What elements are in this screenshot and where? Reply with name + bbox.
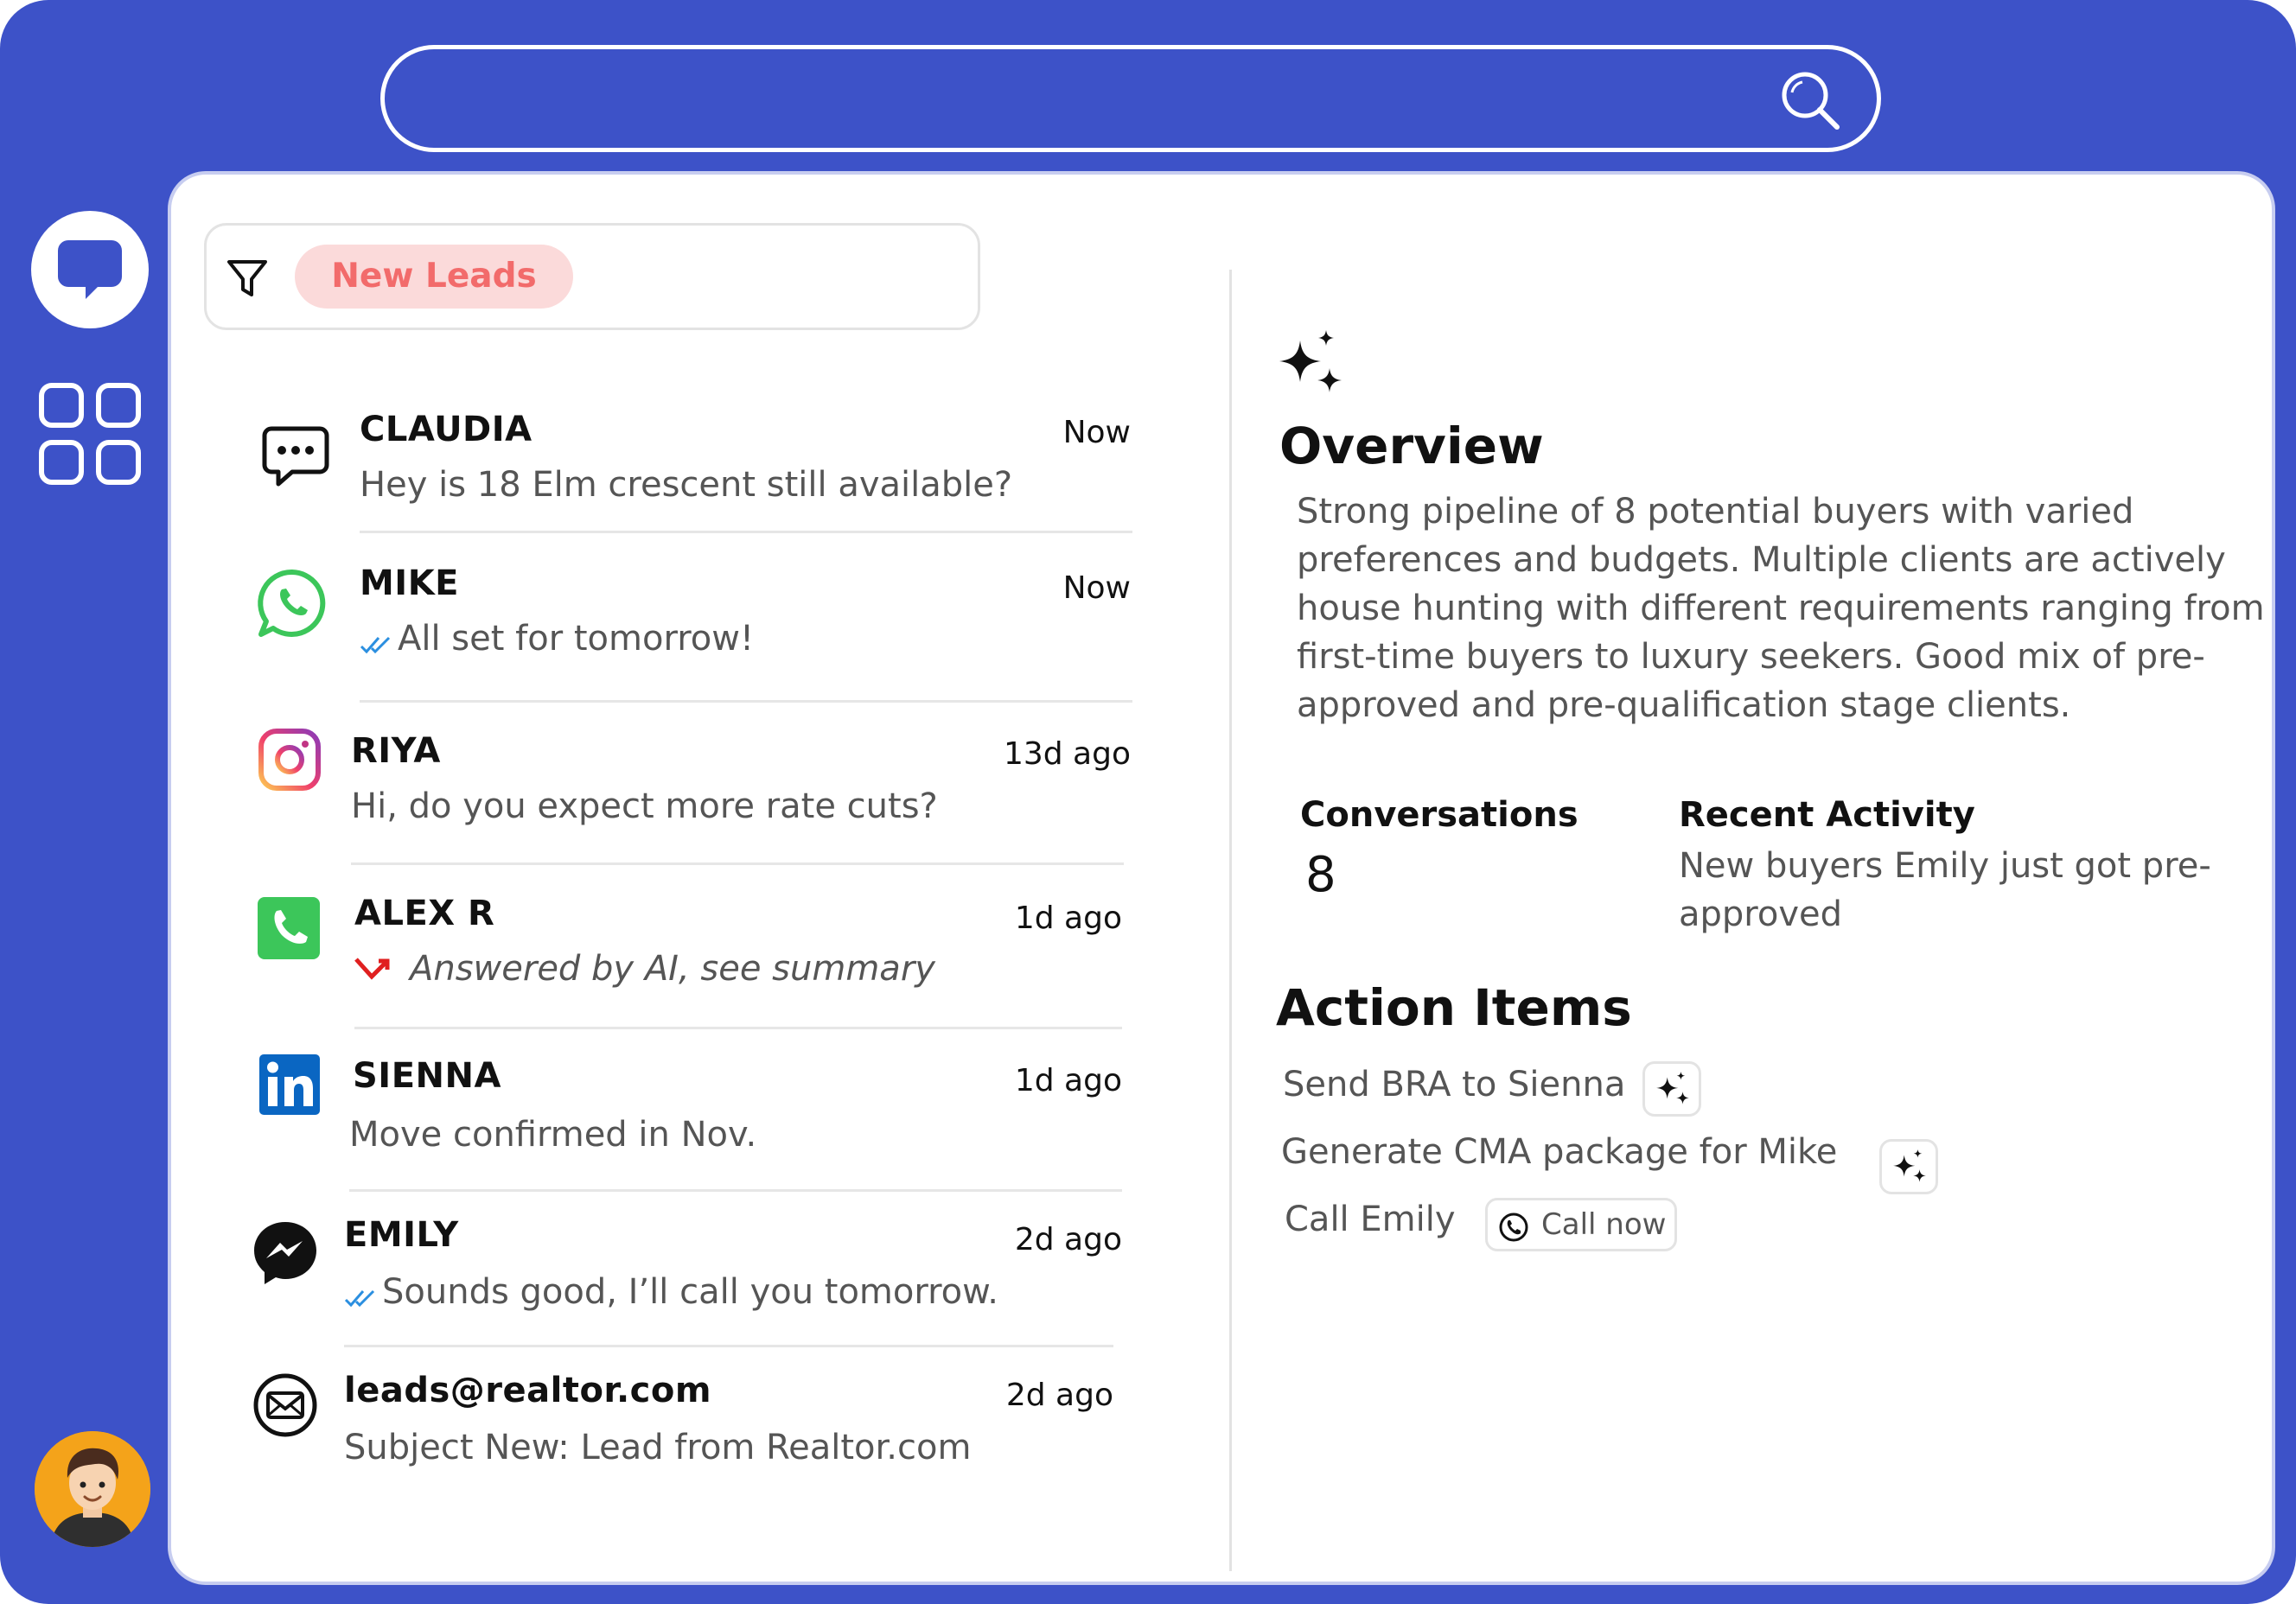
chat-bubble-icon [58, 240, 122, 299]
lead-name: SIENNA [353, 1056, 501, 1096]
lead-time: 13d ago [1003, 736, 1131, 772]
lead-row-claudia[interactable]: CLAUDIA Now Hey is 18 Elm crescent still… [171, 399, 1157, 546]
recent-activity-text: New buyers Emily just got pre-approved [1679, 846, 2211, 934]
lead-name: leads@realtor.com [344, 1371, 712, 1410]
lead-row-mike[interactable]: MIKE Now All set for tomorrow! [171, 562, 1157, 709]
lead-message: Hi, do you expect more rate cuts? [351, 786, 938, 826]
lead-name: CLAUDIA [360, 410, 533, 449]
lead-time: 2d ago [1014, 1222, 1122, 1257]
filter-bar: New Leads [204, 223, 980, 330]
panel-divider [1229, 270, 1232, 1571]
lead-name: EMILY [344, 1215, 459, 1255]
chat-nav-button[interactable] [31, 211, 149, 328]
lead-message: Answered by AI, see summary [410, 949, 935, 989]
search-input[interactable] [419, 65, 1754, 136]
phone-icon [258, 897, 320, 959]
ai-action-button[interactable] [1879, 1139, 1938, 1194]
overview-title: Overview [1279, 417, 1544, 475]
ai-sparkle-icon [1656, 1072, 1689, 1104]
messenger-icon [254, 1222, 316, 1284]
email-icon [253, 1373, 317, 1437]
lead-time: 2d ago [1005, 1378, 1113, 1413]
lead-time: Now [1062, 570, 1131, 606]
filter-icon[interactable] [226, 257, 269, 300]
linkedin-icon [259, 1054, 320, 1115]
sms-chat-icon [262, 426, 329, 487]
ai-sparkle-icon [1279, 330, 1342, 392]
main-card: New Leads CLAUDIA Now Hey is 18 Elm cres… [168, 171, 2275, 1585]
lead-message: Sounds good, I’ll call you tomorrow. [382, 1272, 998, 1312]
divider [344, 1345, 1113, 1347]
lead-time: 1d ago [1014, 1063, 1122, 1098]
search-bar[interactable] [380, 45, 1881, 152]
call-now-label: Call now [1541, 1207, 1667, 1242]
lead-time: 1d ago [1014, 901, 1122, 936]
lead-row-sienna[interactable]: SIENNA 1d ago Move confirmed in Nov. [171, 1054, 1157, 1201]
recent-activity-label: Recent Activity [1679, 795, 1975, 835]
whatsapp-icon [258, 569, 326, 637]
divider [354, 1027, 1122, 1029]
double-check-icon [360, 636, 391, 654]
action-item-call-emily[interactable]: Call Emily [1285, 1200, 1456, 1239]
action-item-generate-cma[interactable]: Generate CMA package for Mike [1281, 1132, 1837, 1172]
instagram-icon [258, 729, 321, 791]
new-leads-chip[interactable]: New Leads [295, 245, 573, 309]
lead-message: Hey is 18 Elm crescent still available? [360, 465, 1013, 505]
app-frame: New Leads CLAUDIA Now Hey is 18 Elm cres… [0, 0, 2296, 1604]
action-item-send-bra[interactable]: Send BRA to Sienna [1283, 1065, 1625, 1104]
phone-icon [1499, 1213, 1528, 1242]
lead-row-email[interactable]: leads@realtor.com 2d ago Subject New: Le… [171, 1367, 1157, 1514]
lead-name: ALEX R [354, 894, 495, 933]
missed-call-icon [354, 958, 390, 980]
lead-row-riya[interactable]: RIYA 13d ago Hi, do you expect more rate… [171, 724, 1157, 871]
conversations-label: Conversations [1300, 795, 1578, 835]
lead-row-alex-r[interactable]: ALEX R 1d ago Answered by AI, see summar… [171, 892, 1157, 1039]
lead-message: Subject New: Lead from Realtor.com [344, 1428, 972, 1467]
lead-time: Now [1062, 415, 1131, 450]
lead-row-emily[interactable]: EMILY 2d ago Sounds good, I’ll call you … [171, 1215, 1157, 1362]
avatar-illustration-icon [35, 1431, 150, 1547]
user-avatar[interactable] [35, 1431, 150, 1547]
divider [360, 531, 1132, 533]
lead-message: Move confirmed in Nov. [349, 1115, 757, 1155]
lead-name: RIYA [351, 731, 441, 771]
double-check-icon [344, 1289, 375, 1308]
ai-sparkle-icon [1893, 1149, 1926, 1182]
apps-grid-icon[interactable] [36, 380, 144, 487]
divider [360, 700, 1132, 703]
call-now-button[interactable]: Call now [1485, 1198, 1677, 1251]
search-icon[interactable] [1778, 68, 1842, 132]
lead-message: All set for tomorrow! [398, 619, 754, 659]
ai-action-button[interactable] [1642, 1061, 1701, 1117]
divider [349, 1189, 1122, 1192]
conversations-count: 8 [1305, 847, 1336, 903]
lead-name: MIKE [360, 563, 460, 603]
overview-text: Strong pipeline of 8 potential buyers wi… [1297, 492, 2265, 725]
action-items-title: Action Items [1276, 978, 1632, 1037]
divider [351, 862, 1124, 865]
